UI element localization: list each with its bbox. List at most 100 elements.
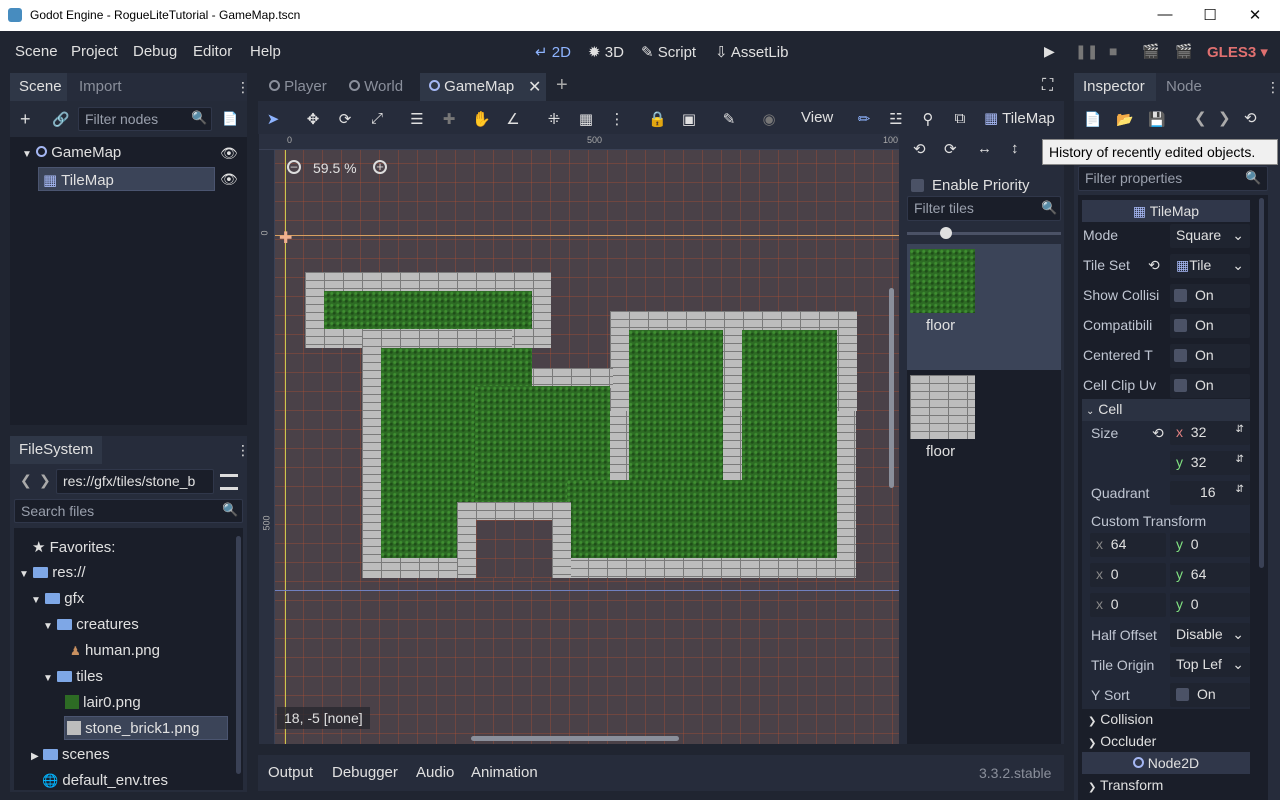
half-offset-select[interactable]: Disable ⌄	[1170, 623, 1250, 647]
list-select-icon[interactable]: ☰	[408, 110, 426, 128]
file-lair[interactable]: lair0.png	[65, 694, 141, 711]
file-tree-scrollbar[interactable]	[236, 536, 241, 774]
save-icon[interactable]: 💾	[1148, 111, 1165, 128]
instance-scene-icon[interactable]: 📄	[222, 111, 238, 127]
new-tab-icon[interactable]: +	[556, 74, 568, 97]
move-tool-icon[interactable]: ✥	[304, 110, 322, 128]
menu-debug[interactable]: Debug	[133, 43, 177, 60]
tab-output[interactable]: Output	[268, 764, 313, 781]
zoom-in-icon[interactable]: +	[373, 160, 387, 174]
picker-icon[interactable]: ⚲	[919, 110, 937, 128]
folder-scenes[interactable]: ▶ scenes	[31, 746, 110, 763]
visibility-eye-icon[interactable]: 👁	[220, 145, 238, 162]
show-collision-toggle[interactable]: On	[1170, 284, 1250, 308]
size-y-field[interactable]: y 32 ⇵	[1170, 451, 1250, 475]
mode-2d-button[interactable]: ↵ 2D	[535, 43, 571, 61]
transform-1x-field[interactable]: x 64	[1090, 533, 1166, 557]
pivot-icon[interactable]: ✚	[440, 110, 458, 128]
folder-tiles[interactable]: ▼ tiles	[43, 668, 103, 685]
visibility-eye-icon[interactable]: 👁	[220, 171, 238, 188]
search-files-input[interactable]: Search files	[14, 499, 243, 523]
mode-assetlib-button[interactable]: ⇩ AssetLib	[715, 43, 788, 61]
quadrant-field[interactable]: 16 ⇵	[1170, 481, 1250, 505]
add-node-icon[interactable]: +	[20, 109, 31, 130]
tab-world[interactable]: World	[349, 78, 403, 95]
transform-3y-field[interactable]: y 0	[1170, 593, 1250, 617]
mode-3d-button[interactable]: ✹ 3D	[588, 43, 624, 61]
history-back-icon[interactable]: ❮	[1194, 109, 1207, 127]
history-forward-icon[interactable]: ❯	[1218, 109, 1231, 127]
folder-gfx[interactable]: ▼ gfx	[31, 590, 84, 607]
menu-project[interactable]: Project	[71, 43, 118, 60]
history-icon[interactable]: ⟲	[1244, 109, 1257, 127]
clip-toggle[interactable]: On	[1170, 374, 1250, 398]
vertical-scrollbar[interactable]	[889, 288, 894, 488]
horizontal-scrollbar[interactable]	[471, 736, 679, 741]
distraction-free-icon[interactable]: ⛶	[1042, 77, 1053, 95]
tilemap-menu[interactable]: ▦ TileMap	[984, 109, 1055, 127]
centered-toggle[interactable]: On	[1170, 344, 1250, 368]
transform-2y-field[interactable]: y 64	[1170, 563, 1250, 587]
flip-horizontal-icon[interactable]: ↔	[977, 140, 992, 157]
menu-scene[interactable]: Scene	[15, 43, 58, 60]
zoom-level[interactable]: 59.5 %	[313, 160, 357, 176]
play-custom-scene-icon[interactable]: 🎬	[1175, 43, 1192, 60]
dock-menu-icon[interactable]: ⋮	[236, 79, 250, 96]
open-folder-icon[interactable]: 📂	[1116, 111, 1133, 128]
canvas-viewport[interactable]: – 59.5 % + ✚ 18, -5 [none]	[275, 150, 899, 744]
ruler-tool-icon[interactable]: ∠	[504, 110, 522, 128]
close-window-icon[interactable]: ✕	[1240, 6, 1270, 24]
filter-properties-input[interactable]: Filter properties	[1078, 166, 1268, 191]
scale-tool-icon[interactable]: ⤢	[368, 110, 386, 128]
dock-menu-icon[interactable]: ⋮	[236, 442, 250, 459]
rotate-right-icon[interactable]: ⟳	[944, 140, 957, 158]
revert-icon[interactable]: ⟲	[1148, 257, 1160, 274]
paint-tool-icon[interactable]: ✏	[855, 110, 873, 128]
copy-icon[interactable]: ⧉	[951, 110, 969, 128]
y-sort-toggle[interactable]: On	[1170, 683, 1250, 707]
zoom-out-icon[interactable]: –	[287, 160, 301, 174]
grid-snap-icon[interactable]: ▦	[577, 110, 595, 128]
stop-icon[interactable]: ■	[1109, 43, 1117, 59]
lock-icon[interactable]: 🔒	[648, 110, 667, 128]
inspector-scrollbar[interactable]	[1259, 198, 1264, 568]
revert-icon[interactable]: ⟲	[1152, 425, 1164, 442]
compat-toggle[interactable]: On	[1170, 314, 1250, 338]
smart-snap-icon[interactable]: ⁜	[545, 110, 563, 128]
view-menu[interactable]: View	[801, 109, 833, 126]
favorites-item[interactable]: ★ Favorites:	[32, 538, 115, 556]
rotate-tool-icon[interactable]: ⟳	[336, 110, 354, 128]
close-tab-icon[interactable]: ✕	[528, 77, 541, 97]
file-human[interactable]: ♟ human.png	[70, 642, 160, 659]
tab-audio[interactable]: Audio	[416, 764, 454, 781]
play-scene-icon[interactable]: 🎬	[1142, 43, 1159, 60]
brick-tile-thumb[interactable]	[910, 375, 975, 439]
enable-priority-checkbox[interactable]: Enable Priority	[911, 177, 1030, 194]
tab-debugger[interactable]: Debugger	[332, 764, 398, 781]
select-tool-icon[interactable]: ➤	[264, 110, 282, 128]
filter-tiles-input[interactable]: Filter tiles	[907, 196, 1061, 221]
tab-import[interactable]: Import	[79, 78, 122, 95]
rotate-left-icon[interactable]: ⟲	[913, 140, 926, 158]
bone-icon[interactable]: ✎	[720, 110, 738, 128]
tile-origin-select[interactable]: Top Lef ⌄	[1170, 653, 1250, 677]
transform-3x-field[interactable]: x 0	[1090, 593, 1166, 617]
occluder-section[interactable]: ❯ Occluder	[1088, 733, 1156, 749]
minimize-icon[interactable]: —	[1150, 6, 1180, 23]
size-x-field[interactable]: x 32 ⇵	[1170, 421, 1250, 445]
folder-res[interactable]: ▼ res://	[19, 564, 86, 581]
tab-animation[interactable]: Animation	[471, 764, 538, 781]
menu-editor[interactable]: Editor	[193, 43, 232, 60]
folder-creatures[interactable]: ▼ creatures	[43, 616, 139, 633]
renderer-select[interactable]: GLES3 ▾	[1207, 43, 1268, 61]
camera-override-icon[interactable]: ◉	[760, 110, 778, 128]
transform-2x-field[interactable]: x 0	[1090, 563, 1166, 587]
mode-script-button[interactable]: ✎ Script	[641, 43, 696, 61]
dock-menu-icon[interactable]: ⋮	[1266, 79, 1280, 96]
collision-section[interactable]: ❯ Collision	[1088, 711, 1153, 727]
snap-options-icon[interactable]: ⋮	[608, 110, 626, 128]
transform-section[interactable]: ❯ Transform	[1088, 777, 1163, 793]
pan-tool-icon[interactable]: ✋	[472, 110, 491, 128]
tileset-picker[interactable]: ▦Tile ⌄	[1170, 254, 1250, 278]
forward-icon[interactable]: ❯	[39, 472, 51, 489]
